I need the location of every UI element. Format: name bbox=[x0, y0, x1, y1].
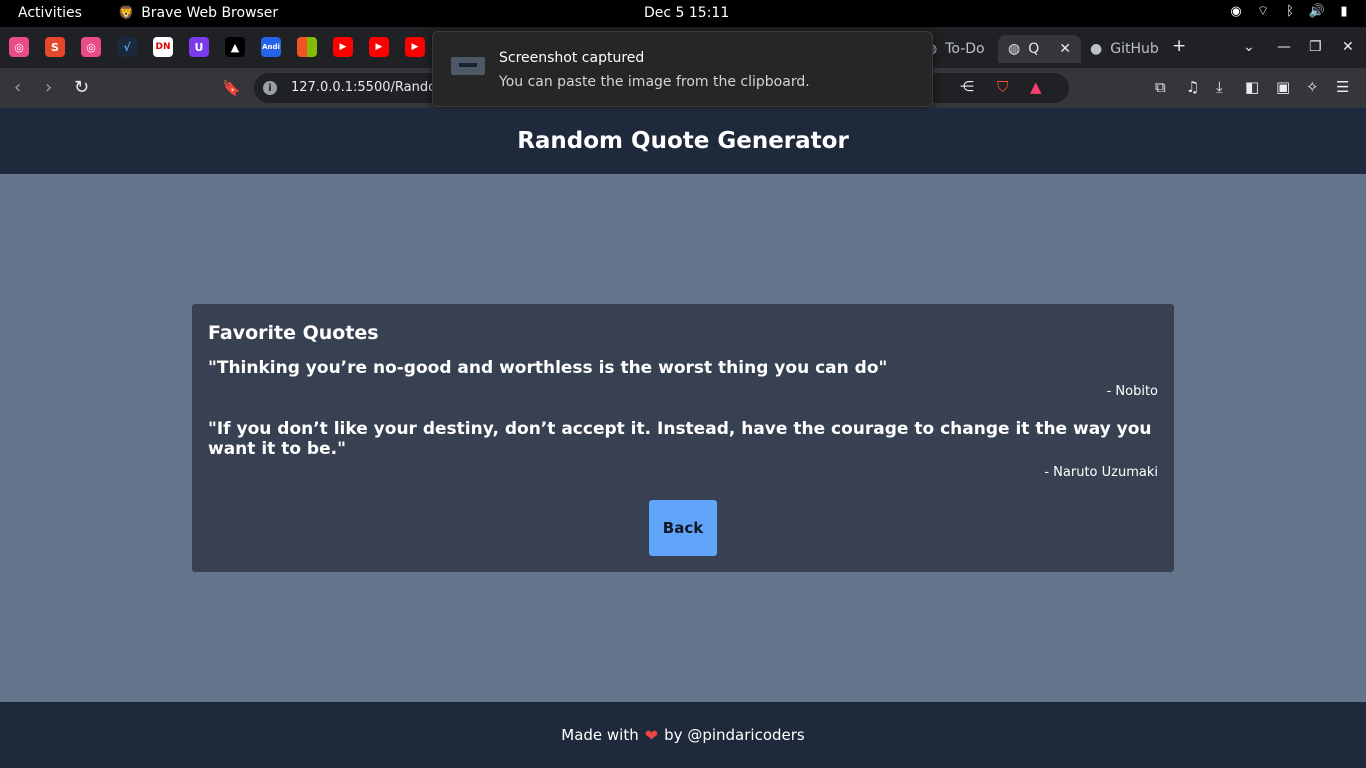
back-button[interactable]: Back bbox=[649, 500, 717, 556]
screenshot-icon bbox=[451, 57, 485, 75]
page-header: Random Quote Generator bbox=[0, 108, 1366, 174]
media-icon[interactable]: ♫ bbox=[1186, 78, 1199, 96]
tab-title: GitHub bbox=[1110, 41, 1159, 57]
bookmark-icon[interactable]: 🔖 bbox=[222, 79, 241, 97]
quote-author: - Nobito bbox=[1106, 384, 1158, 399]
forward-nav-icon[interactable]: › bbox=[45, 77, 52, 98]
tab-github[interactable]: ● GitHub bbox=[1090, 35, 1159, 63]
url-text: 127.0.0.1:5500/Random bbox=[291, 80, 449, 95]
bluetooth-icon[interactable]: ᛒ bbox=[1282, 3, 1298, 19]
share-icon[interactable]: ⋲ bbox=[960, 79, 974, 95]
brave-logo-icon: 🦁 bbox=[118, 5, 135, 21]
footer-prefix: Made with bbox=[561, 726, 639, 744]
volume-icon[interactable]: 🔊 bbox=[1309, 3, 1325, 19]
back-nav-icon[interactable]: ‹ bbox=[14, 77, 21, 98]
system-tray[interactable]: ◉ ⌔ ᛒ 🔊 ▮ bbox=[1228, 3, 1352, 20]
footer-credit[interactable]: by @pindaricoders bbox=[664, 726, 805, 744]
download-icon[interactable]: ⤓ bbox=[1216, 78, 1223, 96]
wifi-icon[interactable]: ⌔ bbox=[1255, 3, 1271, 19]
brave-rewards-icon[interactable]: ▲ bbox=[1030, 78, 1042, 96]
pinned-tab-dribbble-icon[interactable]: ◎ bbox=[9, 37, 29, 57]
favorite-quotes-card: Favorite Quotes "Thinking you’re no-good… bbox=[192, 304, 1174, 572]
pinned-tab-youtube-icon[interactable]: ▶ bbox=[369, 37, 389, 57]
tab-title: Q bbox=[1028, 41, 1040, 57]
new-tab-button[interactable]: + bbox=[1172, 36, 1186, 56]
system-top-bar: Activities 🦁 Brave Web Browser Dec 5 15:… bbox=[0, 0, 1366, 27]
tab-search-chevron-icon[interactable]: ⌄ bbox=[1243, 39, 1255, 55]
quote-text: "Thinking you’re no-good and worthless i… bbox=[208, 358, 888, 378]
wallet-icon[interactable]: ▣ bbox=[1276, 78, 1290, 96]
tab-todo[interactable]: ◍ To-Do bbox=[925, 35, 985, 63]
quote-item: "Thinking you’re no-good and worthless i… bbox=[208, 358, 1158, 399]
page-main: Favorite Quotes "Thinking you’re no-good… bbox=[0, 174, 1366, 702]
quote-item: "If you don’t like your destiny, don’t a… bbox=[208, 419, 1158, 480]
leo-ai-icon[interactable]: ✧ bbox=[1306, 78, 1319, 96]
menu-icon[interactable]: ☰ bbox=[1336, 78, 1349, 96]
pinned-tab-youtube-icon[interactable]: ▶ bbox=[405, 37, 425, 57]
pinned-tab-vector-icon[interactable]: √ bbox=[117, 37, 137, 57]
battery-icon[interactable]: ▮ bbox=[1336, 3, 1352, 19]
quote-text: "If you don’t like your destiny, don’t a… bbox=[208, 419, 1152, 459]
heart-icon: ❤ bbox=[644, 725, 659, 745]
app-name: Brave Web Browser bbox=[141, 5, 279, 21]
close-window-button[interactable]: ✕ bbox=[1342, 39, 1354, 55]
activities-button[interactable]: Activities bbox=[18, 5, 82, 21]
quote-author: - Naruto Uzumaki bbox=[1044, 465, 1158, 480]
app-menu[interactable]: 🦁 Brave Web Browser bbox=[118, 5, 278, 21]
pinned-tab-u-app-icon[interactable]: U bbox=[189, 37, 209, 57]
tab-title: To-Do bbox=[945, 41, 985, 57]
extensions-icon[interactable]: ⧉ bbox=[1155, 78, 1166, 96]
screenshot-notification[interactable]: Screenshot captured You can paste the im… bbox=[432, 31, 933, 107]
notification-title: Screenshot captured bbox=[499, 50, 645, 66]
notification-body: You can paste the image from the clipboa… bbox=[499, 74, 810, 90]
pinned-tab-dribbble-icon[interactable]: ◎ bbox=[81, 37, 101, 57]
page-footer: Made with ❤ by @pindaricoders bbox=[0, 702, 1366, 768]
minimize-button[interactable]: — bbox=[1277, 39, 1291, 55]
pinned-tab-s-app-icon[interactable]: S bbox=[45, 37, 65, 57]
pinned-tab-vercel-icon[interactable]: ▲ bbox=[225, 37, 245, 57]
github-icon: ● bbox=[1090, 41, 1103, 57]
tab-quote-active[interactable]: ◍ Q ✕ bbox=[998, 35, 1081, 63]
brave-shields-icon[interactable]: ⛉ bbox=[997, 78, 1008, 96]
close-tab-icon[interactable]: ✕ bbox=[1059, 41, 1071, 57]
favorites-heading: Favorite Quotes bbox=[208, 322, 379, 344]
sidebar-icon[interactable]: ◧ bbox=[1245, 78, 1259, 96]
pinned-tab-youtube-icon[interactable]: ▶ bbox=[333, 37, 353, 57]
pinned-tab-dn-icon[interactable]: DN bbox=[153, 37, 173, 57]
reload-icon[interactable]: ↻ bbox=[74, 77, 89, 98]
chrome-icon[interactable]: ◉ bbox=[1228, 3, 1244, 19]
pinned-tab-andi-icon[interactable]: Andi bbox=[261, 37, 281, 57]
page-title: Random Quote Generator bbox=[517, 128, 849, 154]
site-info-icon[interactable]: i bbox=[263, 81, 277, 95]
maximize-button[interactable]: ❐ bbox=[1309, 39, 1322, 55]
clock[interactable]: Dec 5 15:11 bbox=[644, 5, 729, 21]
pinned-tab-microsoft-icon[interactable] bbox=[297, 37, 317, 57]
globe-icon: ◍ bbox=[1008, 41, 1021, 57]
